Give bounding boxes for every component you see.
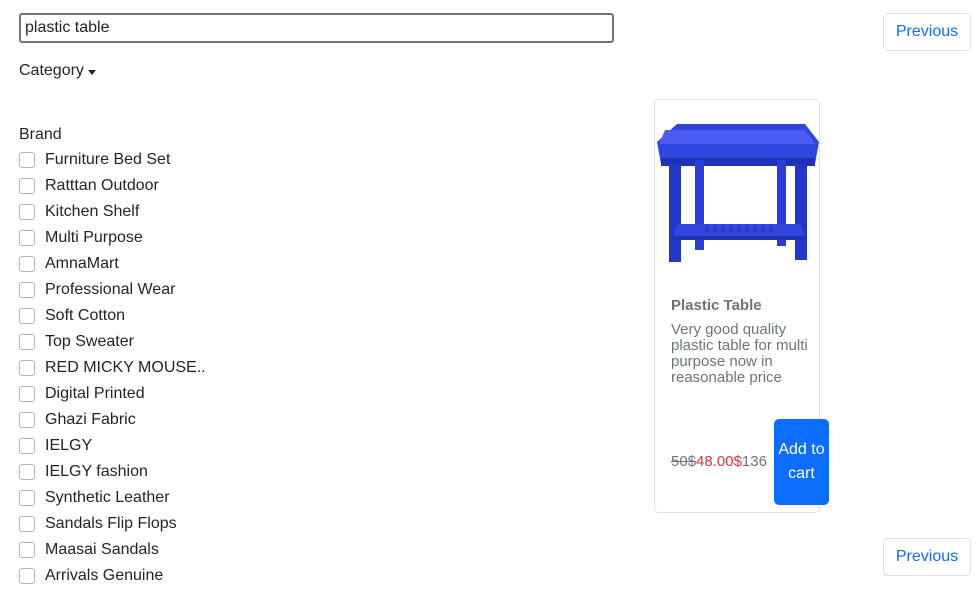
- brand-checkbox[interactable]: [19, 256, 35, 272]
- add-to-cart-button[interactable]: Add to cart: [774, 419, 829, 505]
- brand-item[interactable]: IELGY fashion: [19, 459, 206, 485]
- brand-item[interactable]: Maasai Sandals: [19, 537, 206, 563]
- brand-checkbox[interactable]: [19, 308, 35, 324]
- brand-item[interactable]: Digital Printed: [19, 381, 206, 407]
- brand-item[interactable]: Soft Cotton: [19, 303, 206, 329]
- brand-checkbox[interactable]: [19, 438, 35, 454]
- new-price: 48.00$: [696, 453, 742, 470]
- brand-label: Kitchen Shelf: [45, 203, 140, 220]
- brand-checkbox[interactable]: [19, 334, 35, 350]
- brand-checkbox[interactable]: [19, 204, 35, 220]
- brand-label: Sandals Flip Flops: [45, 515, 177, 532]
- brand-heading: Brand: [19, 126, 62, 143]
- brand-label: Digital Printed: [45, 385, 145, 402]
- brand-item[interactable]: Arrivals Genuine: [19, 563, 206, 589]
- brand-label: Arrivals Genuine: [45, 567, 164, 584]
- brand-item[interactable]: Synthetic Leather: [19, 485, 206, 511]
- brand-item[interactable]: RED MICKY MOUSE..: [19, 355, 206, 381]
- old-price: 50$: [671, 453, 697, 470]
- brand-checkbox[interactable]: [19, 386, 35, 402]
- brand-label: Synthetic Leather: [45, 489, 170, 506]
- blue-plastic-table-image[interactable]: [655, 114, 819, 274]
- caret-down-icon: [87, 69, 96, 75]
- search-input[interactable]: [19, 13, 614, 43]
- brand-item[interactable]: Professional Wear: [19, 277, 206, 303]
- price-row: 50$48.00$136: [671, 453, 767, 470]
- brand-checkbox[interactable]: [19, 152, 35, 168]
- brand-list: Furniture Bed Set Ratttan Outdoor Kitchen …: [19, 147, 206, 589]
- product-card: Plastic Table Very good quality plastic …: [654, 99, 829, 513]
- brand-label: RED MICKY MOUSE..: [45, 359, 206, 376]
- brand-item[interactable]: Sandals Flip Flops: [19, 511, 206, 537]
- brand-label: Furniture Bed Set: [45, 151, 171, 168]
- brand-checkbox[interactable]: [19, 282, 35, 298]
- category-dropdown[interactable]: Category: [19, 62, 96, 80]
- brand-label: IELGY: [45, 437, 93, 454]
- brand-checkbox[interactable]: [19, 490, 35, 506]
- brand-checkbox[interactable]: [19, 178, 35, 194]
- brand-checkbox[interactable]: [19, 230, 35, 246]
- brand-label: Ghazi Fabric: [45, 411, 136, 428]
- brand-checkbox[interactable]: [19, 568, 35, 584]
- brand-label: Top Sweater: [45, 333, 134, 350]
- brand-item[interactable]: Ratttan Outdoor: [19, 173, 206, 199]
- brand-item[interactable]: Top Sweater: [19, 329, 206, 355]
- brand-checkbox[interactable]: [19, 542, 35, 558]
- brand-checkbox[interactable]: [19, 464, 35, 480]
- brand-item[interactable]: AmnaMart: [19, 251, 206, 277]
- brand-item[interactable]: Ghazi Fabric: [19, 407, 206, 433]
- brand-label: AmnaMart: [45, 255, 119, 272]
- previous-page-button-top[interactable]: Previous: [883, 13, 971, 51]
- category-label: Category: [19, 62, 84, 79]
- brand-item[interactable]: Multi Purpose: [19, 225, 206, 251]
- brand-label: Ratttan Outdoor: [45, 177, 159, 194]
- brand-label: IELGY fashion: [45, 463, 148, 480]
- brand-label: Maasai Sandals: [45, 541, 159, 558]
- brand-label: Multi Purpose: [45, 229, 143, 246]
- product-title[interactable]: Plastic Table: [671, 297, 762, 314]
- brand-checkbox[interactable]: [19, 412, 35, 428]
- brand-item[interactable]: Furniture Bed Set: [19, 147, 206, 173]
- previous-page-button-bottom[interactable]: Previous: [883, 538, 971, 576]
- brand-label: Professional Wear: [45, 281, 176, 298]
- brand-checkbox[interactable]: [19, 516, 35, 532]
- product-description: Very good quality plastic table for mult…: [671, 321, 808, 386]
- stock-count: 136: [741, 453, 767, 470]
- brand-checkbox[interactable]: [19, 360, 35, 376]
- brand-item[interactable]: IELGY: [19, 433, 206, 459]
- brand-label: Soft Cotton: [45, 307, 126, 324]
- brand-item[interactable]: Kitchen Shelf: [19, 199, 206, 225]
